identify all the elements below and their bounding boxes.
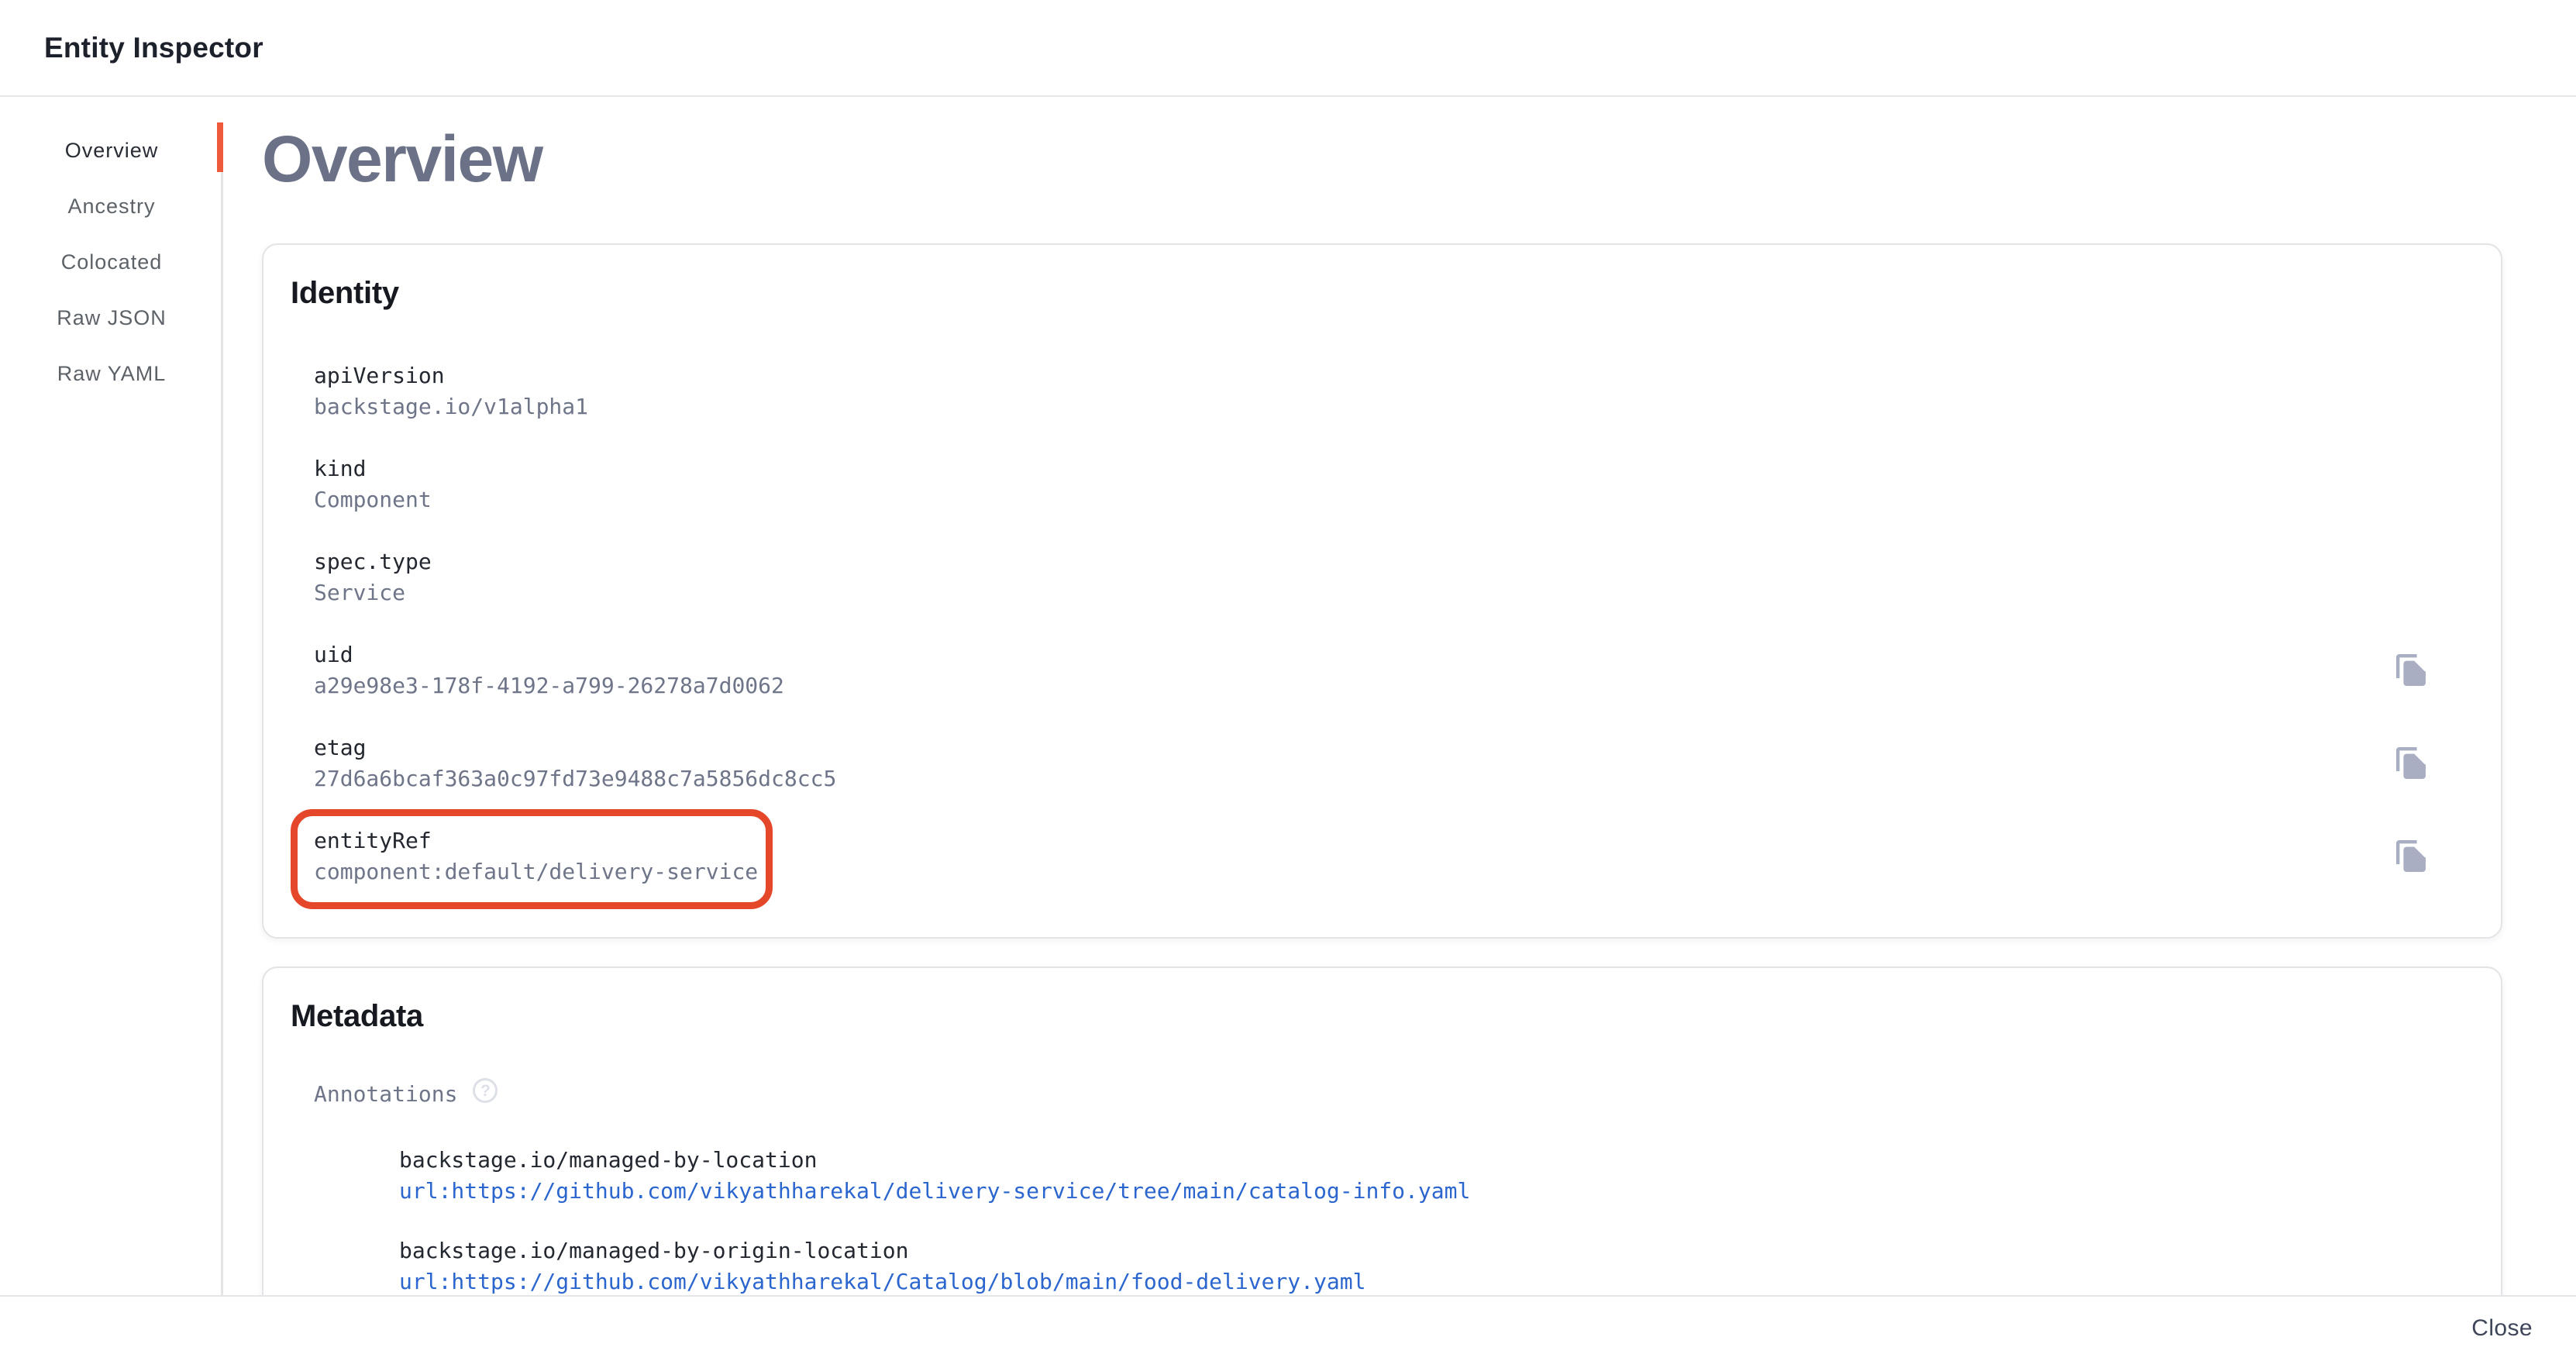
annotation-url-link[interactable]: url:https://github.com/vikyathharekal/Ca… [399,1267,2440,1295]
tab-label: Colocated [61,250,163,274]
sidebar-tabs: Overview Ancestry Colocated Raw JSON Raw… [0,97,223,1295]
identity-fields: apiVersion backstage.io/v1alpha1 kind Co… [314,361,2440,886]
file-copy-icon [2392,838,2430,875]
help-icon[interactable]: ? [473,1078,498,1103]
field-label: uid [314,640,784,669]
tab-panel-overview: Overview Identity apiVersion backstage.i… [223,97,2576,1295]
active-tab-indicator [217,122,223,172]
field-label: spec.type [314,547,432,576]
field-row-kind: kind Component [314,454,2440,514]
field-value: Component [314,485,432,514]
tab-label: Raw YAML [57,362,167,386]
field-value: component:default/delivery-service [314,857,758,886]
dialog-body: Overview Ancestry Colocated Raw JSON Raw… [0,97,2576,1295]
field-label: etag [314,733,836,762]
field-row-spec-type: spec.type Service [314,547,2440,607]
annotations-label: Annotations [314,1080,457,1108]
annotation-entry-managed-by-origin-location: backstage.io/managed-by-origin-location … [399,1236,2440,1295]
annotation-entry-managed-by-location: backstage.io/managed-by-location url:htt… [399,1146,2440,1205]
annotation-entries: backstage.io/managed-by-location url:htt… [399,1146,2440,1295]
file-copy-icon [2392,652,2430,689]
annotation-url-link[interactable]: url:https://github.com/vikyathharekal/de… [399,1177,2440,1205]
sidebar-divider [221,122,223,1295]
copy-uid-button[interactable] [2392,652,2430,689]
tab-label: Overview [65,139,159,163]
identity-card: Identity apiVersion backstage.io/v1alpha… [262,243,2502,939]
field-row-etag: etag 27d6a6bcaf363a0c97fd73e9488c7a5856d… [314,733,2440,793]
tab-label: Ancestry [67,195,155,219]
close-button[interactable]: Close [2459,1309,2545,1348]
annotation-key: backstage.io/managed-by-location [399,1146,2440,1174]
annotations-group: Annotations ? [314,1080,2440,1108]
field-row-uid: uid a29e98e3-178f-4192-a799-26278a7d0062 [314,640,2440,700]
field-value: Service [314,578,432,607]
copy-entityref-button[interactable] [2392,838,2430,875]
field-value: backstage.io/v1alpha1 [314,392,588,421]
copy-etag-button[interactable] [2392,745,2430,782]
tab-list: Overview Ancestry Colocated Raw JSON Raw… [0,122,223,401]
tab-colocated[interactable]: Colocated [0,234,223,290]
field-value: 27d6a6bcaf363a0c97fd73e9488c7a5856dc8cc5 [314,764,836,793]
field-label: apiVersion [314,361,588,390]
field-row-apiversion: apiVersion backstage.io/v1alpha1 [314,361,2440,421]
identity-card-title: Identity [291,273,2440,313]
tab-overview[interactable]: Overview [0,122,223,178]
metadata-card-title: Metadata [291,996,2440,1036]
dialog-footer: Close [0,1295,2576,1359]
dialog-header: Entity Inspector [0,0,2576,97]
tab-label: Raw JSON [57,306,167,330]
tab-raw-yaml[interactable]: Raw YAML [0,346,223,401]
tab-ancestry[interactable]: Ancestry [0,178,223,234]
page-title: Overview [262,123,2502,195]
field-row-entityref: entityRef component:default/delivery-ser… [314,826,2440,886]
annotation-key: backstage.io/managed-by-origin-location [399,1236,2440,1265]
field-label: entityRef [314,826,758,855]
field-value: a29e98e3-178f-4192-a799-26278a7d0062 [314,671,784,700]
file-copy-icon [2392,745,2430,782]
field-label: kind [314,454,432,483]
dialog-title: Entity Inspector [44,32,263,64]
metadata-card: Metadata Annotations ? backstage.io/mana… [262,966,2502,1295]
entityref-highlight-annotation: entityRef component:default/delivery-ser… [291,809,773,909]
tab-raw-json[interactable]: Raw JSON [0,290,223,346]
